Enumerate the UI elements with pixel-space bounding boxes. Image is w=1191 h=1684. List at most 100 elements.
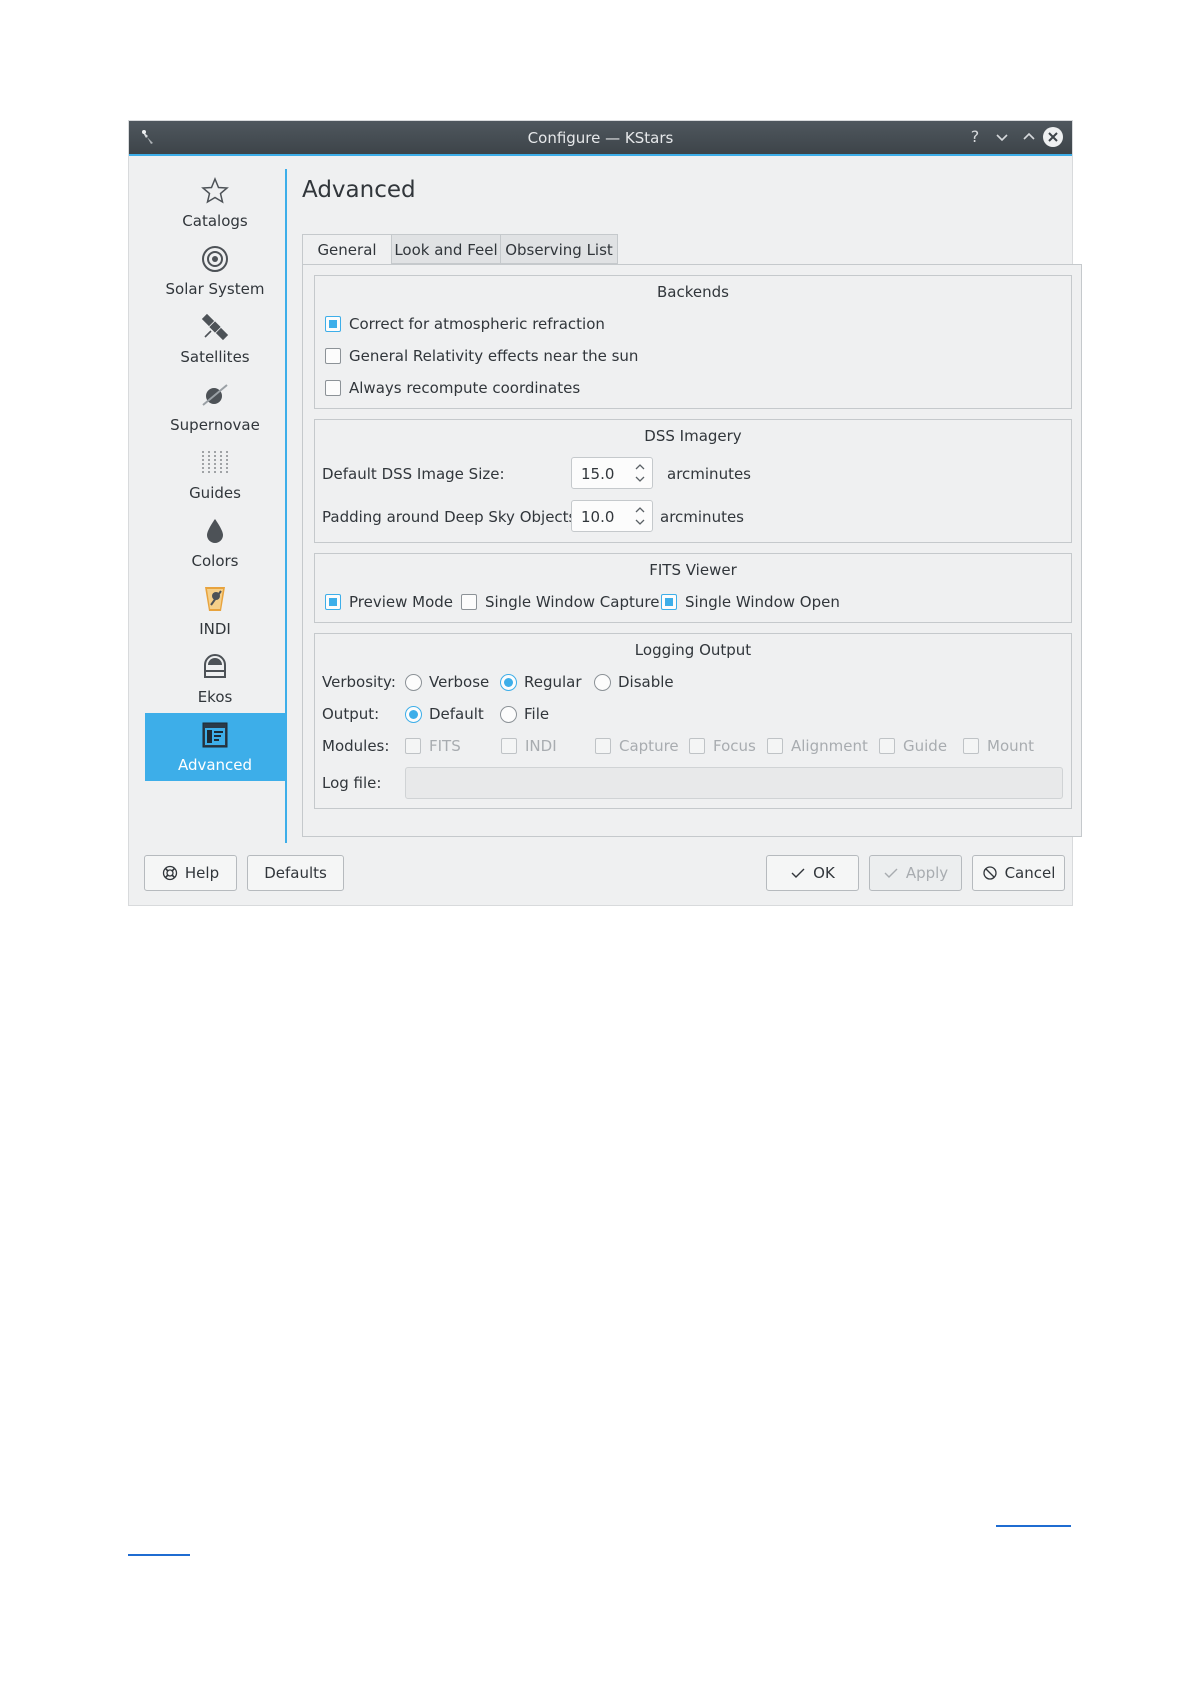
sidebar-item-satellites[interactable]: Satellites bbox=[145, 305, 285, 373]
sidebar-item-label: Colors bbox=[191, 552, 239, 570]
tab-look-and-feel[interactable]: Look and Feel bbox=[391, 234, 501, 264]
dss-image-size-spinbox[interactable]: 15.0 bbox=[571, 457, 653, 489]
log-file-label: Log file: bbox=[322, 774, 382, 792]
unit-label: arcminutes bbox=[667, 465, 751, 483]
sidebar-item-label: Ekos bbox=[197, 688, 233, 706]
sidebar-item-solar-system[interactable]: Solar System bbox=[145, 237, 285, 305]
title-bar[interactable]: Configure — KStars ? bbox=[129, 121, 1072, 156]
sidebar-item-supernovae[interactable]: Supernovae bbox=[145, 373, 285, 441]
single-window-capture-checkbox[interactable] bbox=[461, 594, 477, 610]
sidebar-item-guides[interactable]: Guides bbox=[145, 441, 285, 509]
maximize-button[interactable] bbox=[1019, 127, 1039, 147]
sidebar-item-advanced[interactable]: Advanced bbox=[145, 713, 285, 781]
page-title: Advanced bbox=[302, 177, 416, 203]
color-drop-icon bbox=[207, 519, 223, 543]
module-guide-checkbox[interactable] bbox=[879, 738, 895, 754]
button-label: Defaults bbox=[264, 864, 327, 882]
spin-arrows-icon[interactable] bbox=[634, 503, 646, 529]
radio-label: Regular bbox=[524, 673, 582, 691]
help-button[interactable]: Help bbox=[144, 855, 237, 891]
verbosity-label: Verbosity: bbox=[322, 673, 396, 691]
group-title: Backends bbox=[657, 283, 729, 301]
minimize-button[interactable] bbox=[992, 127, 1012, 147]
atmospheric-refraction-checkbox[interactable] bbox=[325, 316, 341, 332]
checkbox-label: Single Window Capture bbox=[485, 593, 660, 611]
solar-system-icon bbox=[202, 246, 228, 272]
sidebar-item-label: INDI bbox=[199, 620, 231, 638]
single-window-open-checkbox[interactable] bbox=[661, 594, 677, 610]
radio-label: Disable bbox=[618, 673, 674, 691]
verbosity-disable-radio[interactable] bbox=[594, 674, 611, 691]
chevron-up-icon bbox=[1023, 132, 1035, 140]
module-indi-checkbox[interactable] bbox=[501, 738, 517, 754]
sidebar-item-label: Guides bbox=[189, 484, 241, 502]
defaults-button[interactable]: Defaults bbox=[247, 855, 344, 891]
apply-button[interactable]: Apply bbox=[869, 855, 962, 891]
tab-observing-list[interactable]: Observing List bbox=[500, 234, 618, 264]
lifebuoy-icon bbox=[162, 865, 178, 881]
dss-padding-label: Padding around Deep Sky Objects: bbox=[322, 508, 582, 526]
tab-general[interactable]: General bbox=[302, 234, 392, 265]
ok-button[interactable]: OK bbox=[766, 855, 859, 891]
sidebar-item-label: Supernovae bbox=[170, 416, 260, 434]
always-recompute-checkbox[interactable] bbox=[325, 380, 341, 396]
group-title: FITS Viewer bbox=[649, 561, 737, 579]
sidebar-item-catalogs[interactable]: Catalogs bbox=[145, 169, 285, 237]
sidebar-item-indi[interactable]: INDI bbox=[145, 577, 285, 645]
module-focus-checkbox[interactable] bbox=[689, 738, 705, 754]
sidebar-item-colors[interactable]: Colors bbox=[145, 509, 285, 577]
module-capture-checkbox[interactable] bbox=[595, 738, 611, 754]
checkmark-icon bbox=[791, 868, 805, 878]
spinbox-value: 10.0 bbox=[581, 508, 615, 526]
verbosity-regular-radio[interactable] bbox=[500, 674, 517, 691]
module-fits-checkbox[interactable] bbox=[405, 738, 421, 754]
checkbox-label: Capture bbox=[619, 737, 679, 755]
configure-dialog: Configure — KStars ? Catalogs Solar Syst… bbox=[129, 121, 1082, 905]
radio-label: File bbox=[524, 705, 550, 723]
modules-label: Modules: bbox=[322, 737, 390, 755]
backends-group: Backends Correct for atmospheric refract… bbox=[314, 275, 1072, 409]
checkbox-label: Correct for atmospheric refraction bbox=[349, 315, 605, 333]
checkbox-label: General Relativity effects near the sun bbox=[349, 347, 639, 365]
checkbox-label: Preview Mode bbox=[349, 593, 454, 611]
indi-icon bbox=[205, 587, 225, 611]
spinbox-value: 15.0 bbox=[581, 465, 615, 483]
general-relativity-checkbox[interactable] bbox=[325, 348, 341, 364]
output-label: Output: bbox=[322, 705, 380, 723]
unit-label: arcminutes bbox=[660, 508, 744, 526]
category-sidebar: Catalogs Solar System Satellites Superno… bbox=[145, 169, 287, 843]
output-default-radio[interactable] bbox=[405, 706, 422, 723]
close-button[interactable] bbox=[1043, 127, 1063, 147]
checkbox-label: Mount bbox=[987, 737, 1035, 755]
fits-viewer-group: FITS Viewer Preview Mode Single Window C… bbox=[314, 553, 1072, 623]
output-file-radio[interactable] bbox=[500, 706, 517, 723]
module-alignment-checkbox[interactable] bbox=[767, 738, 783, 754]
sidebar-item-label: Solar System bbox=[165, 280, 265, 298]
checkbox-label: Alignment bbox=[791, 737, 868, 755]
verbosity-verbose-radio[interactable] bbox=[405, 674, 422, 691]
button-label: Apply bbox=[905, 864, 949, 882]
advanced-icon bbox=[202, 722, 228, 748]
window-title: Configure — KStars bbox=[527, 129, 674, 147]
guides-icon bbox=[202, 451, 228, 475]
checkmark-icon bbox=[884, 868, 898, 878]
ekos-icon bbox=[204, 654, 226, 678]
group-title: DSS Imagery bbox=[644, 427, 742, 445]
cancel-button[interactable]: Cancel bbox=[972, 855, 1065, 891]
cancel-icon bbox=[982, 866, 997, 880]
chevron-down-icon bbox=[996, 134, 1008, 142]
radio-label: Verbose bbox=[429, 673, 490, 691]
module-mount-checkbox[interactable] bbox=[963, 738, 979, 754]
log-file-input[interactable] bbox=[405, 767, 1063, 799]
checkbox-label: INDI bbox=[525, 737, 557, 755]
checkbox-label: Guide bbox=[903, 737, 948, 755]
button-label: OK bbox=[813, 864, 835, 882]
radio-label: Default bbox=[429, 705, 484, 723]
preview-mode-checkbox[interactable] bbox=[325, 594, 341, 610]
checkbox-label: FITS bbox=[429, 737, 461, 755]
context-help-button[interactable]: ? bbox=[965, 127, 985, 147]
button-label: Cancel bbox=[1004, 864, 1056, 882]
sidebar-item-ekos[interactable]: Ekos bbox=[145, 645, 285, 713]
spin-arrows-icon[interactable] bbox=[634, 460, 646, 486]
dss-padding-spinbox[interactable]: 10.0 bbox=[571, 500, 653, 532]
